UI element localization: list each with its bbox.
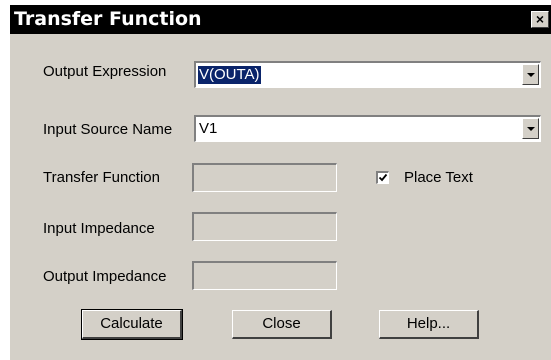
output-impedance-field (192, 261, 337, 290)
close-button[interactable]: Close (232, 310, 332, 339)
calculate-button[interactable]: Calculate (81, 309, 183, 340)
place-text-checkbox[interactable] (376, 171, 389, 184)
check-icon (378, 173, 388, 182)
output-expression-combo[interactable]: V(OUTA) (194, 61, 541, 88)
output-expression-label: Output Expression (43, 63, 167, 80)
help-button[interactable]: Help... (379, 310, 479, 339)
place-text-label[interactable]: Place Text (404, 169, 473, 186)
input-impedance-field (192, 212, 337, 241)
close-icon[interactable]: × (531, 11, 549, 28)
input-source-label: Input Source Name (43, 121, 173, 138)
transfer-function-dialog: Transfer Function × Output Expression V(… (10, 5, 551, 360)
transfer-function-field (192, 163, 337, 192)
transfer-function-label: Transfer Function (43, 169, 160, 186)
input-source-value[interactable]: V1 (198, 120, 218, 138)
title-bar[interactable]: Transfer Function × (10, 5, 551, 34)
output-impedance-label: Output Impedance (43, 268, 167, 285)
input-impedance-label: Input Impedance (43, 220, 155, 237)
dialog-title: Transfer Function (14, 8, 202, 30)
output-expression-value[interactable]: V(OUTA) (198, 66, 261, 84)
chevron-down-icon[interactable] (522, 118, 539, 139)
chevron-down-icon[interactable] (522, 64, 539, 85)
input-source-combo[interactable]: V1 (194, 115, 541, 142)
